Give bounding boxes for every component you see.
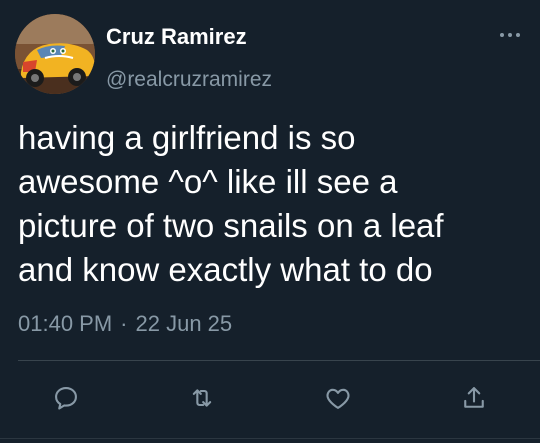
tweet-timestamp[interactable]: 01:40 PM · 22 Jun 25 <box>18 311 232 337</box>
author-display-name[interactable]: Cruz Ramirez <box>106 24 247 50</box>
divider <box>18 360 540 361</box>
author-handle[interactable]: @realcruzramirez <box>106 68 272 92</box>
tweet-card: Cruz Ramirez @realcruzramirez having a g… <box>0 0 540 443</box>
reply-button[interactable] <box>46 378 86 418</box>
race-car-avatar-icon <box>15 14 95 94</box>
meta-separator: · <box>120 311 128 336</box>
bottom-divider <box>0 438 540 439</box>
share-button[interactable] <box>454 378 494 418</box>
avatar[interactable] <box>15 14 95 94</box>
action-bar <box>0 378 540 418</box>
tweet-text: having a girlfriend is so awesome ^o^ li… <box>18 119 444 288</box>
reply-icon <box>55 387 77 410</box>
like-button[interactable] <box>318 378 358 418</box>
tweet-date: 22 Jun 25 <box>135 311 233 336</box>
tweet-time: 01:40 PM <box>18 311 113 336</box>
heart-icon <box>326 388 350 409</box>
more-options-icon[interactable] <box>498 28 522 40</box>
share-icon <box>464 387 484 408</box>
retweet-icon <box>192 389 212 407</box>
retweet-button[interactable] <box>182 378 222 418</box>
